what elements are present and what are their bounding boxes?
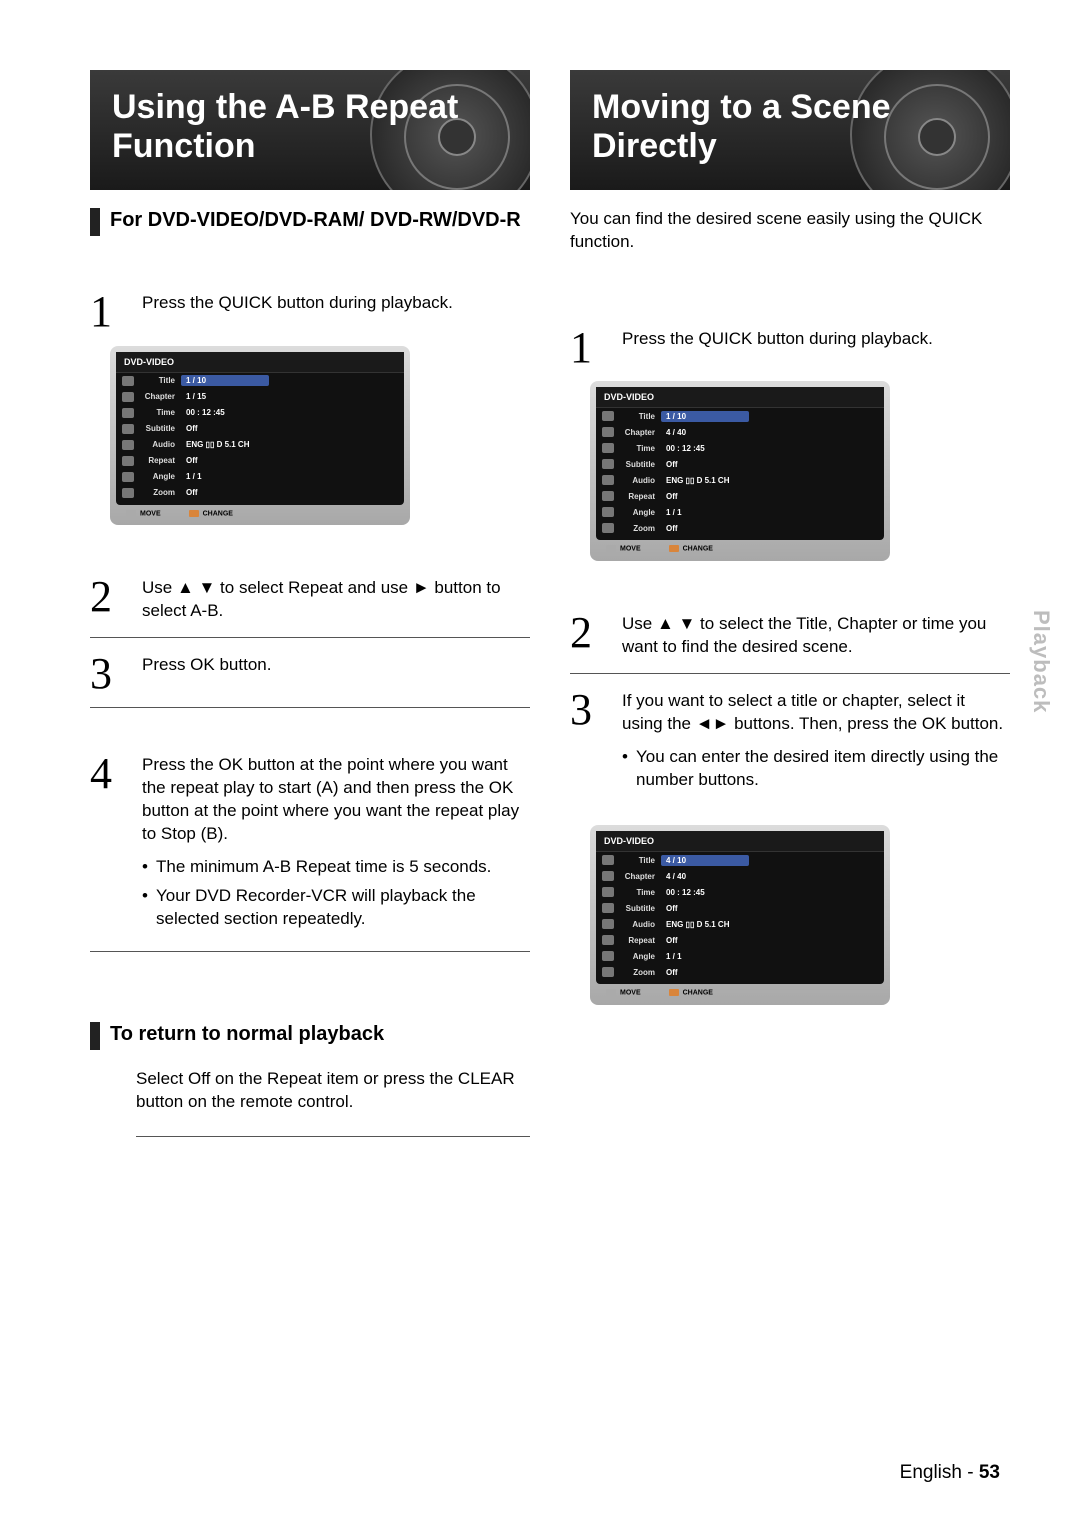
- footer-language: English -: [900, 1462, 979, 1483]
- osd-screenshot-right-2: DVD-VIDEO Title4 / 10 Chapter4 / 40 Time…: [590, 825, 1010, 1004]
- step-2: 2 Use ▲ ▼ to select the Title, Chapter o…: [570, 597, 1010, 674]
- return-body: Select Off on the Repeat item or press t…: [136, 1068, 530, 1137]
- bullet: The minimum A-B Repeat time is 5 seconds…: [142, 856, 530, 879]
- heading-bar-icon: [90, 208, 100, 236]
- osd-header: DVD-VIDEO: [596, 387, 884, 408]
- osd-screenshot-left: DVD-VIDEO Title1 / 10 Chapter1 / 15 Time…: [110, 346, 530, 525]
- heading-bar-icon: [90, 1022, 100, 1050]
- bullet: Your DVD Recorder-VCR will playback the …: [142, 885, 530, 931]
- page-footer: English - 53: [900, 1462, 1000, 1484]
- change-chip-icon: [669, 545, 679, 552]
- step-3: 3 If you want to select a title or chapt…: [570, 674, 1010, 812]
- step-text: Press OK button.: [142, 654, 530, 694]
- step-number: 3: [90, 654, 126, 694]
- change-chip-icon: [669, 989, 679, 996]
- step-number: 2: [90, 577, 126, 623]
- step-number: 4: [90, 754, 126, 937]
- step-text: Press the QUICK button during playback.: [142, 292, 530, 332]
- move-chip-icon: [606, 989, 616, 996]
- step-bullets: You can enter the desired item directly …: [622, 746, 1010, 792]
- osd-footer: MOVE CHANGE: [596, 984, 884, 998]
- step-number: 1: [570, 328, 606, 368]
- change-chip-icon: [189, 510, 199, 517]
- osd-screenshot-right-1: DVD-VIDEO Title1 / 10 Chapter4 / 40 Time…: [590, 381, 1010, 560]
- step-text: Use ▲ ▼ to select Repeat and use ► butto…: [142, 577, 530, 623]
- hero-right: Moving to a Scene Directly: [570, 70, 1010, 190]
- step-text: Press the OK button at the point where y…: [142, 755, 519, 843]
- hero-title: Using the A-B Repeat Function: [112, 88, 508, 166]
- step-text: If you want to select a title or chapter…: [622, 691, 1003, 733]
- columns: Using the A-B Repeat Function For DVD-VI…: [90, 70, 1010, 1153]
- move-chip-icon: [606, 545, 616, 552]
- return-heading: To return to normal playback: [90, 1022, 530, 1050]
- hero-left: Using the A-B Repeat Function: [90, 70, 530, 190]
- step-1: 1 Press the QUICK button during playback…: [90, 276, 530, 332]
- osd-header: DVD-VIDEO: [596, 831, 884, 852]
- osd-footer: MOVE CHANGE: [116, 505, 404, 519]
- step-1: 1 Press the QUICK button during playback…: [570, 312, 1010, 368]
- step-3: 3 Press OK button.: [90, 638, 530, 709]
- side-tab: Playback: [1028, 610, 1054, 713]
- step-2: 2 Use ▲ ▼ to select Repeat and use ► but…: [90, 561, 530, 638]
- step-bullets: The minimum A-B Repeat time is 5 seconds…: [142, 856, 530, 931]
- osd-footer: MOVE CHANGE: [596, 540, 884, 554]
- manual-page: Using the A-B Repeat Function For DVD-VI…: [0, 0, 1080, 1526]
- step-number: 3: [570, 690, 606, 798]
- step-4: 4 Press the OK button at the point where…: [90, 738, 530, 952]
- right-column: Moving to a Scene Directly You can find …: [570, 70, 1010, 1153]
- sub-heading: For DVD-VIDEO/DVD-RAM/ DVD-RW/DVD-R: [90, 208, 530, 236]
- left-column: Using the A-B Repeat Function For DVD-VI…: [90, 70, 530, 1153]
- move-chip-icon: [126, 510, 136, 517]
- step-body: If you want to select a title or chapter…: [622, 690, 1010, 798]
- footer-page-number: 53: [979, 1462, 1000, 1483]
- return-heading-text: To return to normal playback: [110, 1022, 384, 1047]
- step-text: Use ▲ ▼ to select the Title, Chapter or …: [622, 613, 1010, 659]
- osd-header: DVD-VIDEO: [116, 352, 404, 373]
- step-number: 1: [90, 292, 126, 332]
- intro-text: You can find the desired scene easily us…: [570, 208, 1010, 254]
- hero-title: Moving to a Scene Directly: [592, 88, 988, 166]
- return-section: To return to normal playback Select Off …: [90, 1022, 530, 1137]
- sub-heading-text: For DVD-VIDEO/DVD-RAM/ DVD-RW/DVD-R: [110, 208, 521, 233]
- step-number: 2: [570, 613, 606, 659]
- step-body: Press the OK button at the point where y…: [142, 754, 530, 937]
- bullet: You can enter the desired item directly …: [622, 746, 1010, 792]
- step-text: Press the QUICK button during playback.: [622, 328, 1010, 368]
